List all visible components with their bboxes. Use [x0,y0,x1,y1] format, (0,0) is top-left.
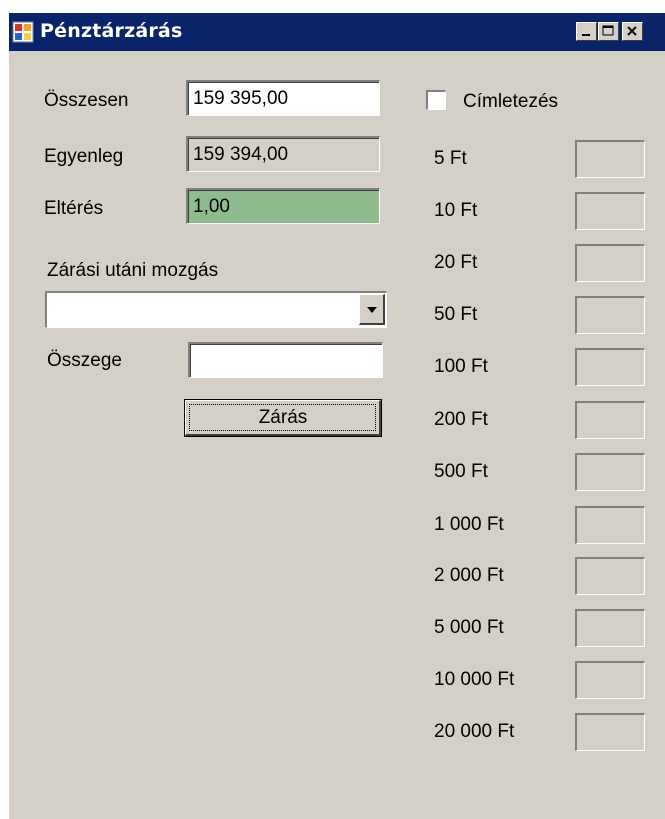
elteres-field[interactable]: 1,00 [186,188,380,224]
denomination-count-field[interactable] [575,506,645,544]
denomination-label: 10 000 Ft [434,669,515,690]
denomination-label: 5 000 Ft [434,617,504,638]
denomination-count-field[interactable] [575,244,645,282]
elteres-label: Eltérés [44,198,104,219]
denomination-count-field[interactable] [575,661,645,699]
cimletezes-label[interactable]: Címletezés [463,91,558,113]
osszege-field[interactable] [188,342,383,378]
denomination-label: 100 Ft [434,356,488,377]
minimize-icon [582,34,590,36]
denomination-label: 1 000 Ft [434,514,504,535]
mozgas-label: Zárási utáni mozgás [47,260,219,281]
app-window: Pénztárzárás Összesen 159 395,00 Egyenle… [8,13,665,819]
osszesen-field[interactable]: 159 395,00 [186,80,380,116]
denomination-count-field[interactable] [575,192,645,230]
denomination-label: 5 Ft [434,148,467,169]
mozgas-select[interactable] [45,291,387,328]
denomination-count-field[interactable] [575,348,645,386]
maximize-button[interactable] [598,22,619,41]
denomination-label: 2 000 Ft [434,565,504,586]
denomination-count-field[interactable] [575,401,645,439]
app-icon [12,21,34,43]
chevron-down-icon [367,307,377,313]
zaras-button[interactable]: Zárás [184,399,382,437]
dropdown-button[interactable] [359,294,385,325]
denomination-label: 20 000 Ft [434,721,515,742]
minimize-button[interactable] [576,22,597,41]
denomination-count-field[interactable] [575,557,645,595]
denomination-count-field[interactable] [575,713,645,751]
egyenleg-label: Egyenleg [44,146,124,167]
close-window-button[interactable] [622,22,643,41]
denomination-count-field[interactable] [575,609,645,647]
title-bar[interactable]: Pénztárzárás [9,13,665,51]
denomination-label: 200 Ft [434,409,488,430]
window-title: Pénztárzárás [40,20,183,42]
denomination-label: 10 Ft [434,200,478,221]
osszesen-label: Összesen [44,90,129,111]
denomination-count-field[interactable] [575,140,645,178]
denomination-count-field[interactable] [575,296,645,334]
denomination-label: 500 Ft [434,461,488,482]
close-icon [627,26,637,36]
denomination-count-field[interactable] [575,453,645,491]
zaras-button-label: Zárás [258,407,308,428]
osszege-label: Összege [47,350,122,371]
cimletezes-checkbox[interactable] [426,90,446,110]
egyenleg-field[interactable]: 159 394,00 [186,136,380,172]
maximize-icon [602,25,614,36]
denomination-label: 20 Ft [434,252,478,273]
denomination-label: 50 Ft [434,304,478,325]
